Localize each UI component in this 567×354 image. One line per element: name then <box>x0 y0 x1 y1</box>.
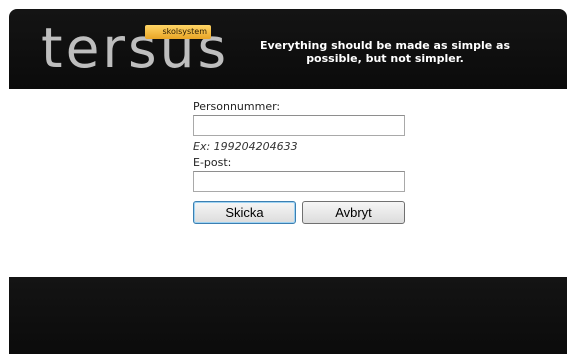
login-frame: tersus skolsystem Everything should be m… <box>9 9 567 354</box>
email-input[interactable] <box>193 171 405 192</box>
personnummer-hint: Ex: 199204204633 <box>193 140 298 153</box>
email-label: E-post: <box>193 156 232 169</box>
personnummer-label: Personnummer: <box>193 100 281 113</box>
logo-wordmark: tersus <box>41 16 230 80</box>
tersus-logo: tersus skolsystem <box>41 16 226 80</box>
page-header: tersus skolsystem Everything should be m… <box>9 9 567 89</box>
submit-button[interactable]: Skicka <box>193 201 296 224</box>
cancel-button[interactable]: Avbryt <box>302 201 405 224</box>
personnummer-input[interactable] <box>193 115 405 136</box>
form-area: Personnummer: Ex: 199204204633 E-post: S… <box>9 89 567 277</box>
header-motto: Everything should be made as simple as p… <box>259 39 511 65</box>
page-footer <box>9 277 567 354</box>
logo-tagline: skolsystem <box>145 25 211 39</box>
